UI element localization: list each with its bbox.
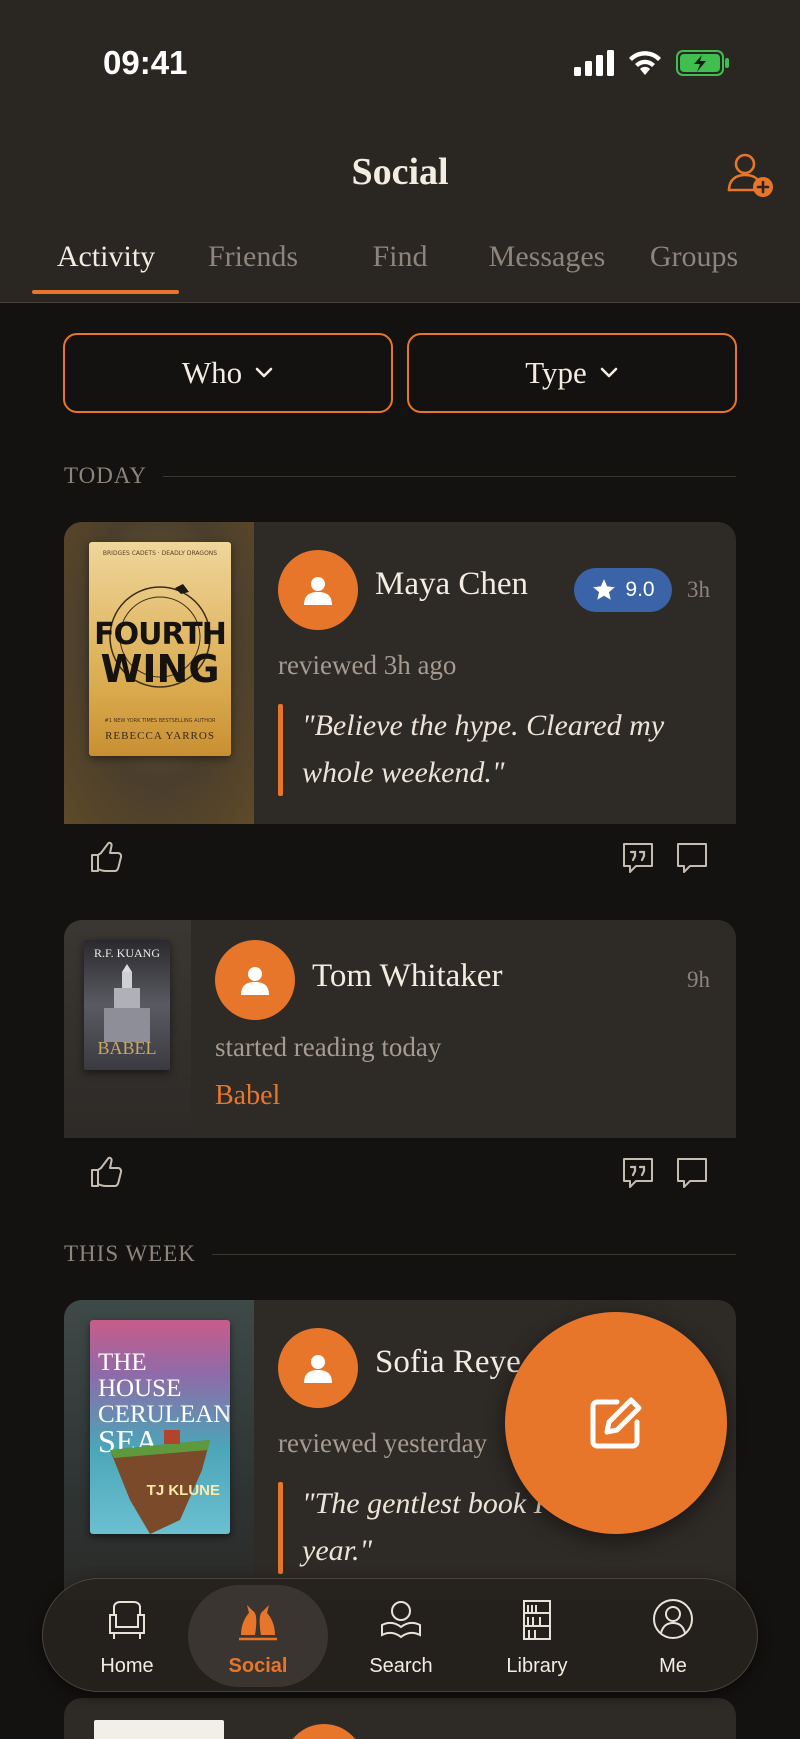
book-cover-title: BABEL (97, 1038, 157, 1058)
user-name[interactable]: Sofia Reye (375, 1344, 521, 1381)
type-filter-label: Type (525, 355, 587, 390)
rating-value: 9.0 (625, 578, 655, 601)
book-cover-title: FOURTH WING (89, 618, 231, 691)
nav-library[interactable]: Library (467, 1579, 607, 1693)
quote-reply-icon[interactable] (620, 1155, 656, 1191)
tab-groups[interactable]: Groups (619, 240, 769, 274)
nav-me-label: Me (659, 1655, 687, 1677)
like-icon[interactable] (88, 839, 124, 875)
status-time: 09:41 (103, 44, 188, 81)
book-cover[interactable] (94, 1720, 224, 1739)
comment-icon[interactable] (674, 1155, 710, 1191)
section-this-week-label: THIS WEEK (64, 1241, 196, 1266)
book-cover-blurb: #1 NEW YORK TIMES BESTSELLING AUTHOR (104, 718, 216, 724)
book-search-icon (381, 1601, 421, 1639)
active-tab-indicator (32, 290, 179, 294)
who-filter-button[interactable]: Who (63, 333, 393, 413)
nav-home[interactable]: Home (57, 1579, 197, 1693)
book-cover-topline: BRIDGES CADETS · DEADLY DRAGONS (102, 550, 218, 557)
avatar[interactable] (284, 1724, 364, 1739)
comment-icon[interactable] (674, 840, 710, 876)
book-cover-title-line2: WING (100, 647, 220, 691)
activity-card[interactable]: BRIDGES CADETS · DEADLY DRAGONS FOURTH W… (64, 522, 736, 824)
section-today-label: TODAY (64, 463, 147, 488)
quote-reply-icon[interactable] (620, 840, 656, 876)
nav-me[interactable]: Me (603, 1579, 743, 1693)
book-cover-author: TJ KLUNE (146, 1482, 220, 1499)
add-friend-icon[interactable] (726, 150, 774, 198)
nav-social-label: Social (228, 1655, 288, 1677)
chevron-down-icon (255, 367, 273, 378)
book-cover[interactable]: THE HOUSE CERULEAN SEA TJ KLUNE (90, 1320, 230, 1534)
activity-action: reviewed 3h ago (278, 650, 457, 680)
user-icon (241, 967, 269, 995)
star-icon (593, 579, 616, 600)
avatar[interactable] (278, 550, 358, 630)
header: Social Activity Friends Find Messages Gr… (0, 130, 800, 303)
book-cover-title-line1: THE HOUSE (98, 1349, 182, 1402)
status-icons (574, 50, 730, 76)
who-filter-label: Who (181, 355, 243, 390)
time-ago: 9h (687, 967, 710, 992)
tab-bar: Activity Friends Find Messages Groups (0, 240, 800, 292)
portrait-icon (653, 1599, 693, 1639)
book-cover-author: R.F. KUANG (93, 946, 161, 960)
user-icon (304, 577, 332, 605)
type-filter-button[interactable]: Type (407, 333, 737, 413)
quote-bar (278, 704, 283, 796)
activity-action: reviewed yesterday (278, 1428, 488, 1458)
page-title: Social (351, 151, 449, 193)
user-name[interactable]: Maya Chen (375, 566, 528, 603)
book-title-link[interactable]: Babel (215, 1080, 280, 1112)
tab-activity[interactable]: Activity (31, 240, 181, 274)
tab-messages[interactable]: Messages (472, 240, 622, 274)
nav-home-label: Home (100, 1655, 154, 1677)
signal-icon (574, 50, 614, 76)
bottom-nav: Home Social Search Library Me (42, 1578, 758, 1692)
compose-button[interactable] (505, 1312, 727, 1534)
chevron-down-icon (600, 367, 618, 378)
book-cover-tower (104, 964, 150, 1042)
nav-library-label: Library (506, 1655, 568, 1677)
activity-card[interactable]: R.F. KUANG BABEL Tom Whitaker 9h started… (64, 920, 736, 1138)
book-cover[interactable]: BRIDGES CADETS · DEADLY DRAGONS FOURTH W… (89, 542, 231, 756)
nav-search-label: Search (369, 1655, 433, 1677)
birds-icon (239, 1605, 277, 1641)
avatar[interactable] (215, 940, 295, 1020)
user-icon (304, 1355, 332, 1383)
armchair-icon (109, 1601, 145, 1639)
review-quote: "Believe the hype. Cleared my whole week… (302, 709, 665, 789)
quote-bar (278, 1482, 283, 1574)
section-this-week: THIS WEEK (64, 1241, 736, 1267)
wifi-icon (629, 51, 661, 75)
section-today: TODAY (64, 463, 736, 489)
avatar[interactable] (278, 1328, 358, 1408)
section-divider (211, 1253, 736, 1255)
time-ago: 3h (687, 577, 710, 602)
section-divider (162, 475, 736, 477)
battery-charging-icon (676, 50, 729, 76)
status-bar: 09:41 (0, 0, 800, 130)
tab-friends[interactable]: Friends (178, 240, 328, 274)
nav-social[interactable]: Social (188, 1585, 328, 1687)
like-icon[interactable] (88, 1154, 124, 1190)
activity-card[interactable] (64, 1698, 736, 1739)
nav-search[interactable]: Search (331, 1579, 471, 1693)
bookshelf-icon (523, 1600, 551, 1640)
book-cover-author: REBECCA YARROS (105, 730, 215, 742)
rating-badge: 9.0 (574, 568, 672, 612)
book-cover[interactable]: R.F. KUANG BABEL (84, 940, 170, 1070)
user-name[interactable]: Tom Whitaker (312, 958, 502, 995)
compose-icon (590, 1397, 642, 1449)
tab-find[interactable]: Find (325, 240, 475, 274)
activity-action: started reading today (215, 1032, 442, 1062)
